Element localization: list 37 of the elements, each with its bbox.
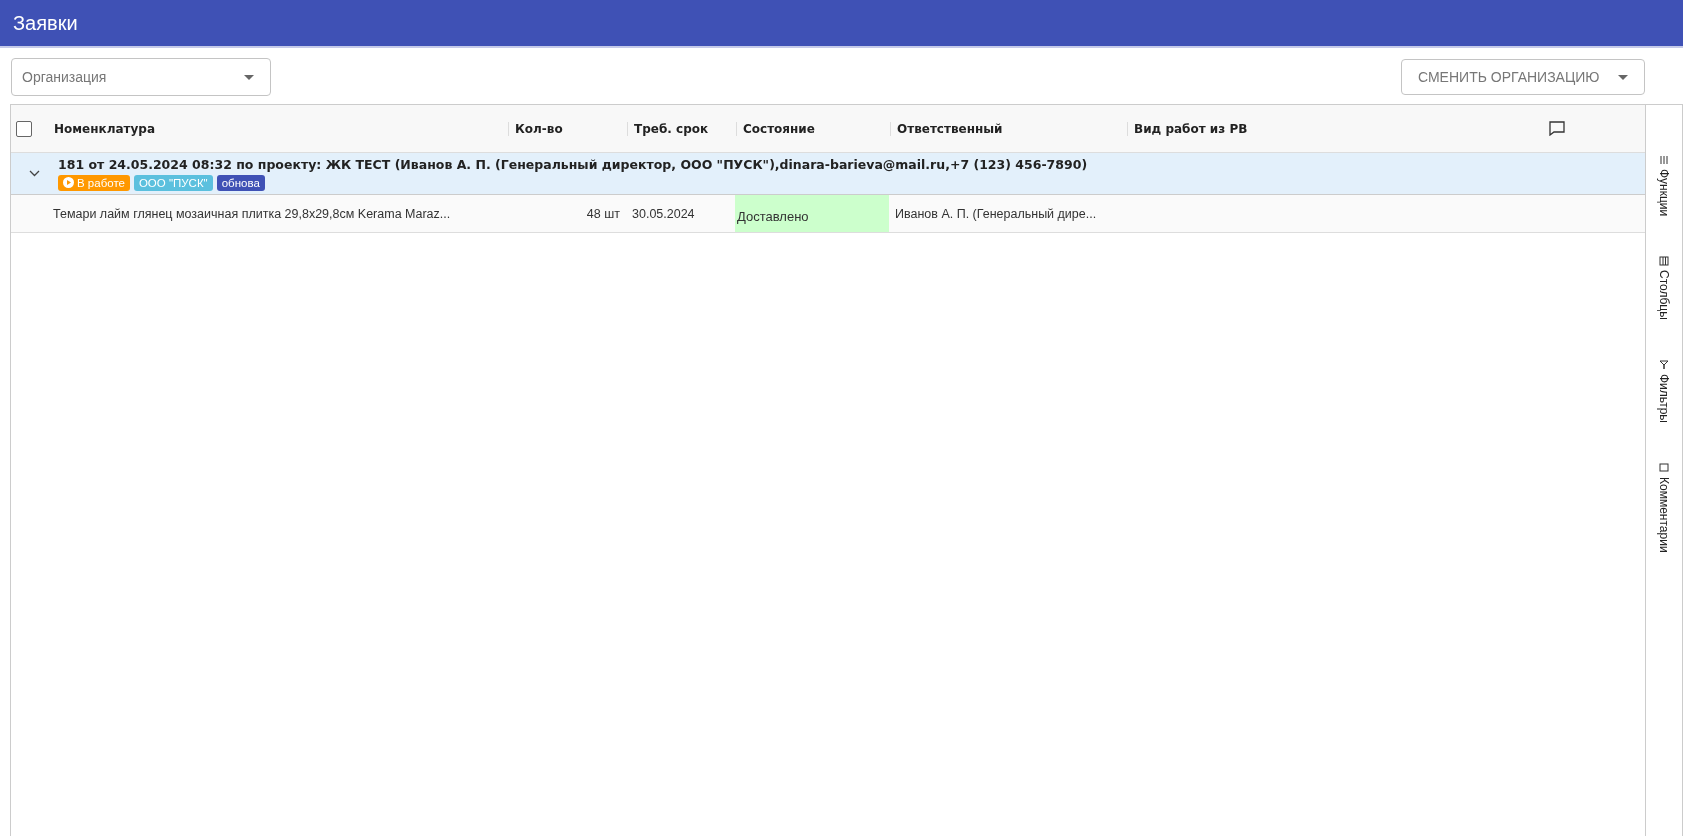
caret-icon: [1618, 74, 1628, 80]
column-header[interactable]: Кол-во: [508, 121, 627, 136]
select-all-checkbox[interactable]: [16, 120, 32, 137]
tag: ООО "ПУСК": [133, 174, 213, 191]
group-title: 181 от 24.05.2024 08:32 по проекту: ЖК ТЕСТ (Иванов А. П. (Генеральный директор, ООО "ПУСК"),dinara-barieva@mail.ru,+7 (123) 456-7890): [58, 156, 1088, 172]
column-header[interactable]: Треб. срок: [627, 121, 736, 136]
change-organization-button[interactable]: СМЕНИТЬ ОРГАНИЗАЦИЮ: [1401, 59, 1645, 95]
side-tab[interactable]: Комментарии: [1657, 463, 1671, 553]
table-cell-text: 48 шт: [585, 205, 621, 223]
chevron-icon[interactable]: [29, 170, 40, 177]
columns-icon: [1659, 256, 1669, 267]
play-icon: [63, 177, 74, 188]
organization-select[interactable]: Организация: [11, 58, 271, 96]
column-header[interactable]: Состояние: [736, 121, 890, 136]
menu-icon: [1659, 155, 1669, 165]
table-cell-text: Иванов А. П. (Генеральный дире...: [894, 205, 1098, 223]
side-tab[interactable]: Фильтры: [1657, 360, 1671, 424]
column-header[interactable]: Ответственный: [890, 121, 1127, 136]
comment-icon: [1659, 463, 1669, 474]
status-cell: Доставлено: [735, 195, 889, 232]
table-cell-text: 30.05.2024: [631, 205, 696, 223]
side-tab-label: Комментарии: [1657, 477, 1671, 553]
column-header[interactable]: Вид работ из РВ: [1127, 121, 1597, 136]
caret-icon: [244, 74, 254, 80]
side-tab-label: Фильтры: [1657, 374, 1671, 424]
side-tab-label: Функции: [1657, 169, 1671, 217]
group-row[interactable]: 181 от 24.05.2024 08:32 по проекту: ЖК ТЕСТ (Иванов А. П. (Генеральный директор, ООО "ПУСК"),dinara-barieva@mail.ru,+7 (123) 456-7890) В работе ООО "ПУСК" обнова: [11, 153, 1645, 195]
filter-icon: [1659, 360, 1669, 371]
side-tab[interactable]: Функции: [1657, 155, 1671, 217]
comment-icon[interactable]: [1549, 121, 1565, 136]
column-header[interactable]: Номенклатура: [48, 121, 508, 136]
tag: В работе: [58, 174, 130, 191]
tag: обнова: [216, 174, 265, 191]
table-cell-text: Темари лайм глянец мозаичная плитка 29,8х29,8см Kerama Maraz...: [52, 205, 452, 223]
side-tab[interactable]: Столбцы: [1657, 256, 1671, 321]
side-tab-label: Столбцы: [1657, 270, 1671, 321]
window-title: Заявки: [13, 11, 78, 35]
